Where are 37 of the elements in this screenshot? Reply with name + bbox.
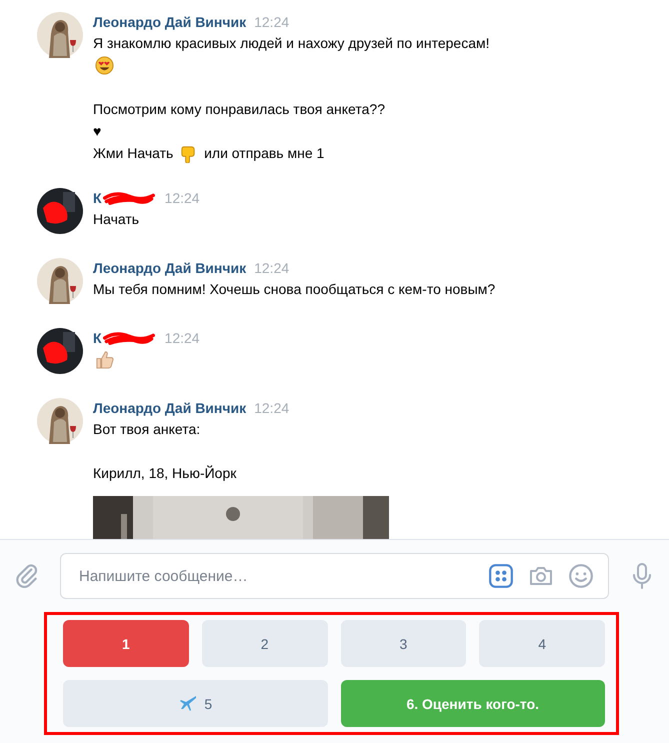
message-time: 12:24 bbox=[254, 400, 290, 416]
message-time: 12:24 bbox=[164, 330, 200, 346]
keyboard-button[interactable]: 3 bbox=[340, 620, 466, 667]
message-time: 12:24 bbox=[254, 260, 290, 276]
message-text: Посмотрим кому понравилась твоя анкета?? bbox=[93, 101, 385, 117]
message-text: Вот твоя анкета: bbox=[93, 421, 200, 437]
message-time: 12:24 bbox=[164, 190, 200, 206]
author-name[interactable]: Леонардо Дай Винчик bbox=[93, 260, 246, 276]
avatar bbox=[37, 188, 83, 234]
message-text: Начать bbox=[93, 211, 140, 227]
author-name[interactable]: К bbox=[93, 330, 102, 346]
message-input[interactable]: Напишите сообщение… bbox=[77, 566, 474, 586]
smiley-icon[interactable] bbox=[568, 563, 594, 589]
keyboard-icon[interactable] bbox=[488, 563, 514, 589]
keyboard-button[interactable]: 2 bbox=[202, 620, 328, 667]
avatar bbox=[37, 398, 83, 444]
message-text: Я знакомлю красивых людей и нахожу друзей по интересам! bbox=[93, 35, 490, 51]
author-name[interactable]: Леонардо Дай Винчик bbox=[93, 14, 246, 30]
avatar bbox=[37, 328, 83, 374]
keyboard-button[interactable]: 1 bbox=[63, 620, 189, 667]
message-text: Жми Начать bbox=[93, 145, 174, 161]
keyboard-button[interactable]: 6. Оценить кого-то. bbox=[340, 680, 605, 727]
keyboard-button[interactable]: 5 bbox=[63, 680, 328, 727]
paperclip-icon[interactable] bbox=[14, 562, 40, 590]
author-name[interactable]: К bbox=[93, 190, 102, 206]
avatar bbox=[37, 258, 83, 304]
message-text: или отправь мне 1 bbox=[203, 145, 324, 161]
avatar bbox=[37, 12, 83, 58]
message-field[interactable]: Напишите сообщение… bbox=[60, 553, 609, 599]
keyboard-button[interactable]: 4 bbox=[479, 620, 605, 667]
thumbs-up-icon bbox=[95, 350, 114, 368]
heart-eyes-emoji-icon bbox=[95, 56, 114, 74]
message-text: Кирилл, 18, Нью-Йорк bbox=[93, 465, 236, 481]
message-text: ♥ bbox=[93, 123, 102, 139]
message-time: 12:24 bbox=[254, 14, 290, 30]
author-name[interactable]: Леонардо Дай Винчик bbox=[93, 400, 246, 416]
message-text: Мы тебя помним! Хочешь снова пообщаться с кем-то новым? bbox=[93, 281, 496, 297]
